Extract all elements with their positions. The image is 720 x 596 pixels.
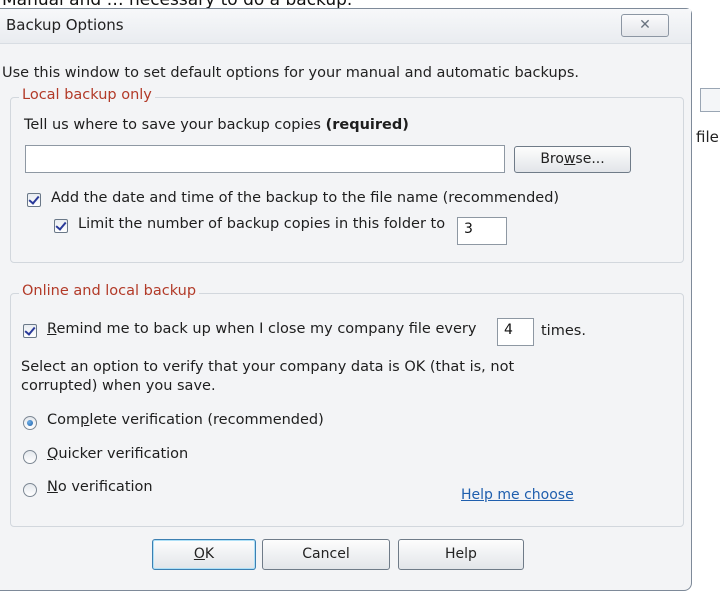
ok-button[interactable]: OK [152,539,256,570]
online-backup-group: Online and local backup Remind me to bac… [10,283,684,527]
cancel-button[interactable]: Cancel [262,539,390,570]
browse-button[interactable]: Browse... [514,146,631,173]
remind-backup-checkbox[interactable] [23,324,37,338]
required-marker: (required) [325,117,409,133]
remind-frequency-input[interactable]: 4 [497,318,534,346]
local-backup-group: Local backup only Tell us where to save … [10,87,684,263]
background-file-text: file [696,128,719,146]
backup-options-dialog: Backup Options ✕ Use this window to set … [0,8,692,591]
add-date-checkbox[interactable] [27,193,41,207]
backup-path-input[interactable] [25,145,505,173]
limit-copies-checkbox[interactable] [54,219,68,233]
remind-times-label: times. [541,323,586,339]
remind-backup-label[interactable]: Remind me to back up when I close my com… [47,321,476,337]
verify-description-line2: corrupted) when you save. [21,378,216,394]
limit-copies-input[interactable]: 3 [457,217,507,245]
save-location-label: Tell us where to save your backup copies… [24,117,409,133]
quicker-verification-radio[interactable] [23,450,37,464]
background-heading-text: Manual and … necessary to do a backup. [2,0,352,8]
no-verification-label[interactable]: No verification [47,479,153,495]
complete-verification-label[interactable]: Complete verification (recommended) [47,412,324,428]
verify-description-line1: Select an option to verify that your com… [21,359,515,375]
intro-text: Use this window to set default options f… [2,65,580,81]
title-bar: Backup Options ✕ [0,9,691,44]
close-button[interactable]: ✕ [621,14,669,37]
online-backup-legend: Online and local backup [19,283,200,299]
limit-copies-label[interactable]: Limit the number of backup copies in thi… [78,216,445,232]
close-icon: ✕ [639,17,651,33]
complete-verification-radio[interactable] [23,416,37,430]
add-date-label[interactable]: Add the date and time of the backup to t… [51,190,559,206]
local-backup-legend: Local backup only [19,87,155,103]
no-verification-radio[interactable] [23,483,37,497]
background-tab [700,88,720,112]
quicker-verification-label[interactable]: Quicker verification [47,446,188,462]
help-button[interactable]: Help [398,539,524,570]
help-me-choose-link[interactable]: Help me choose [461,487,574,503]
background-heading-strip: Manual and … necessary to do a backup. [0,0,720,8]
dialog-title: Backup Options [6,16,124,34]
